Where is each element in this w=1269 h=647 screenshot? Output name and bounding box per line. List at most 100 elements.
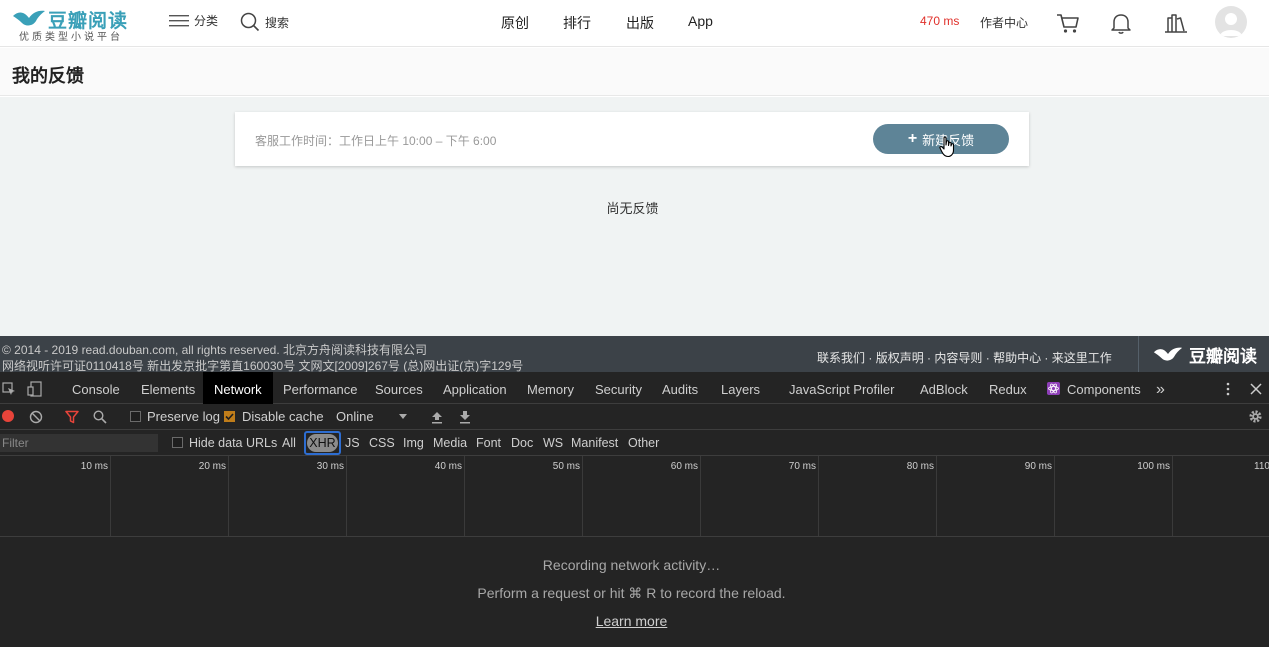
empty-state-text: 尚无反馈 — [606, 201, 659, 216]
filter-all[interactable]: All — [282, 436, 296, 450]
recording-hint: Perform a request or hit ⌘ R to record t… — [477, 585, 786, 601]
cart-icon[interactable] — [1055, 10, 1081, 36]
tab-performance[interactable]: Performance — [283, 372, 357, 404]
nav-publish[interactable]: 出版 — [626, 13, 654, 33]
nav-app[interactable]: App — [688, 13, 713, 29]
filter-img[interactable]: Img — [403, 436, 424, 450]
site-logo[interactable]: 豆瓣阅读 优质类型小说平台 — [12, 5, 137, 43]
timeline-tick: 30 ms — [316, 461, 344, 472]
tab-network[interactable]: Network — [203, 372, 273, 404]
feedback-main: 客服工作时间：工作日上午 10:00 – 下午 6:00 + 新建反馈 尚无反馈 — [0, 97, 1269, 336]
footer-link-help[interactable]: 帮助中心 — [993, 351, 1041, 365]
tab-application[interactable]: Application — [443, 372, 507, 404]
timeline-gridline — [464, 456, 465, 536]
filter-xhr[interactable]: XHR — [307, 434, 338, 452]
disable-cache-checkbox[interactable] — [224, 411, 235, 422]
hide-data-urls-checkbox[interactable] — [172, 437, 183, 448]
filter-js[interactable]: JS — [345, 436, 360, 450]
preserve-log-label: Preserve log — [147, 409, 220, 424]
filter-doc[interactable]: Doc — [511, 436, 533, 450]
throttling-select[interactable]: Online — [336, 409, 374, 424]
timeline-tick: 10 ms — [80, 461, 108, 472]
author-center-link[interactable]: 作者中心 — [980, 14, 1028, 31]
tab-audits[interactable]: Audits — [662, 372, 698, 404]
bookshelf-icon[interactable] — [1163, 10, 1189, 36]
service-hours-text: 客服工作时间：工作日上午 10:00 – 下午 6:00 — [255, 134, 497, 148]
filter-font[interactable]: Font — [476, 436, 501, 450]
tab-memory[interactable]: Memory — [527, 372, 574, 404]
filter-css[interactable]: CSS — [369, 436, 395, 450]
avatar[interactable] — [1215, 6, 1247, 38]
tab-redux[interactable]: Redux — [989, 372, 1027, 404]
footer-link-jobs[interactable]: 来这里工作 — [1052, 351, 1112, 365]
gear-icon[interactable] — [1248, 409, 1263, 424]
tab-javascript-profiler[interactable]: JavaScript Profiler — [789, 372, 894, 404]
tab-layers[interactable]: Layers — [721, 372, 760, 404]
bird-logo-icon — [1153, 347, 1183, 361]
search-icon[interactable] — [93, 410, 107, 424]
network-timeline[interactable]: 10 ms 20 ms 30 ms 40 ms 50 ms 60 ms 70 m… — [0, 456, 1269, 537]
menu-icon — [169, 14, 189, 26]
category-menu[interactable]: 分类 — [169, 12, 218, 29]
timeline-tick: 70 ms — [788, 461, 816, 472]
inspect-element-icon[interactable] — [2, 382, 16, 396]
filter-other[interactable]: Other — [628, 436, 659, 450]
checkmark-icon — [225, 413, 234, 421]
bell-icon[interactable] — [1108, 10, 1134, 36]
footer-link-contact[interactable]: 联系我们 — [817, 351, 865, 365]
preserve-log-checkbox[interactable] — [130, 411, 141, 422]
timeline-gridline — [110, 456, 111, 536]
filter-input[interactable] — [0, 434, 158, 452]
hand-pointer-icon — [939, 136, 955, 158]
clear-icon[interactable] — [29, 410, 43, 424]
tab-elements[interactable]: Elements — [141, 372, 195, 404]
timeline-tick: 80 ms — [906, 461, 934, 472]
tab-adblock[interactable]: AdBlock — [920, 372, 968, 404]
tab-console[interactable]: Console — [72, 372, 120, 404]
filter-manifest[interactable]: Manifest — [571, 436, 618, 450]
feedback-card: 客服工作时间：工作日上午 10:00 – 下午 6:00 + 新建反馈 — [235, 112, 1029, 166]
tab-sources[interactable]: Sources — [375, 372, 423, 404]
filter-funnel-icon[interactable] — [65, 410, 79, 424]
chevron-down-icon[interactable] — [399, 414, 407, 420]
timeline-gridline — [936, 456, 937, 536]
footer-link-guidelines[interactable]: 内容导则 — [934, 351, 982, 365]
recording-title: Recording network activity… — [542, 557, 721, 573]
timeline-gridline — [1054, 456, 1055, 536]
search-label: 搜索 — [265, 15, 290, 30]
learn-more-link[interactable]: Learn more — [596, 613, 668, 629]
search-icon — [240, 12, 260, 32]
filter-media[interactable]: Media — [433, 436, 467, 450]
timeline-gridline — [1172, 456, 1173, 536]
bird-logo-icon — [13, 10, 45, 26]
site-header: 豆瓣阅读 优质类型小说平台 分类 搜索 原创 排行 出版 App 470 ms … — [0, 0, 1269, 47]
tab-components[interactable]: Components — [1067, 372, 1141, 404]
category-label: 分类 — [194, 14, 219, 28]
learn-more-container: Learn more — [0, 613, 1263, 629]
footer-link-copyright[interactable]: 版权声明 — [876, 351, 924, 365]
devtools-tab-bar: Console Elements Network Performance Sou… — [0, 372, 1269, 404]
import-har-icon[interactable] — [431, 410, 443, 424]
nav-ranking[interactable]: 排行 — [563, 13, 591, 33]
export-har-icon[interactable] — [459, 410, 471, 424]
footer-logo-text: 豆瓣阅读 — [1189, 346, 1257, 366]
search-button[interactable]: 搜索 — [240, 12, 289, 32]
more-tabs-icon[interactable]: » — [1156, 372, 1165, 404]
kebab-menu-icon[interactable] — [1224, 382, 1232, 396]
device-toggle-icon[interactable] — [27, 381, 43, 397]
logo-subtitle: 优质类型小说平台 — [19, 32, 123, 43]
plus-icon: + — [907, 130, 918, 147]
hide-data-urls-label: Hide data URLs — [189, 436, 278, 450]
timeline-tick: 20 ms — [198, 461, 226, 472]
close-icon[interactable] — [1250, 383, 1262, 395]
timeline-tick: 60 ms — [670, 461, 698, 472]
disable-cache-label: Disable cache — [242, 409, 324, 424]
footer-logo[interactable]: 豆瓣阅读 — [1138, 336, 1269, 372]
nav-original[interactable]: 原创 — [501, 13, 529, 33]
copyright-text: © 2014 - 2019 read.douban.com, all right… — [2, 343, 428, 357]
filter-ws[interactable]: WS — [543, 436, 563, 450]
tab-security[interactable]: Security — [595, 372, 642, 404]
latency-readout: 470 ms — [920, 14, 960, 28]
timeline-gridline — [346, 456, 347, 536]
record-button[interactable] — [2, 410, 14, 422]
